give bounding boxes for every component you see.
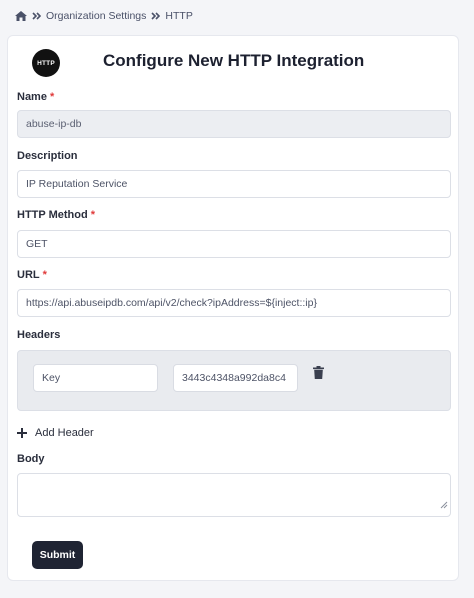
body-textarea[interactable]: [17, 473, 451, 517]
name-label: Name *: [17, 91, 55, 103]
integration-form-card: HTTP Configure New HTTP Integration Name…: [7, 35, 459, 581]
headers-label: Headers: [17, 329, 61, 341]
http-logo: HTTP: [32, 49, 60, 77]
description-field[interactable]: IP Reputation Service: [17, 170, 451, 198]
headers-container: Key 3443c4348a992da8c4: [17, 350, 451, 411]
add-header-label: Add Header: [35, 427, 94, 439]
http-method-field[interactable]: GET: [17, 230, 451, 258]
page-title: Configure New HTTP Integration: [103, 51, 365, 70]
breadcrumb: Organization Settings HTTP: [15, 9, 193, 23]
url-field[interactable]: https://api.abuseipdb.com/api/v2/check?i…: [17, 289, 451, 317]
resize-grip-icon[interactable]: [440, 496, 448, 514]
submit-button[interactable]: Submit: [32, 541, 83, 569]
header-value-input[interactable]: 3443c4348a992da8c4: [173, 364, 298, 392]
required-marker: *: [90, 209, 95, 221]
breadcrumb-item-http[interactable]: HTTP: [165, 10, 192, 22]
breadcrumb-item-organization-settings[interactable]: Organization Settings: [46, 10, 146, 22]
add-header-button[interactable]: Add Header: [17, 427, 94, 439]
double-chevron-right-icon: [151, 12, 161, 20]
http-method-label: HTTP Method *: [17, 209, 95, 221]
required-marker: *: [42, 269, 47, 281]
required-marker: *: [49, 91, 55, 103]
url-label: URL *: [17, 269, 47, 281]
body-label: Body: [17, 453, 45, 465]
header-key-input[interactable]: Key: [33, 364, 158, 392]
home-icon[interactable]: [15, 11, 27, 21]
double-chevron-right-icon: [32, 12, 41, 20]
plus-icon: [17, 428, 27, 438]
description-label: Description: [17, 150, 78, 162]
trash-icon[interactable]: [311, 364, 325, 380]
name-field: abuse-ip-db: [17, 110, 451, 138]
